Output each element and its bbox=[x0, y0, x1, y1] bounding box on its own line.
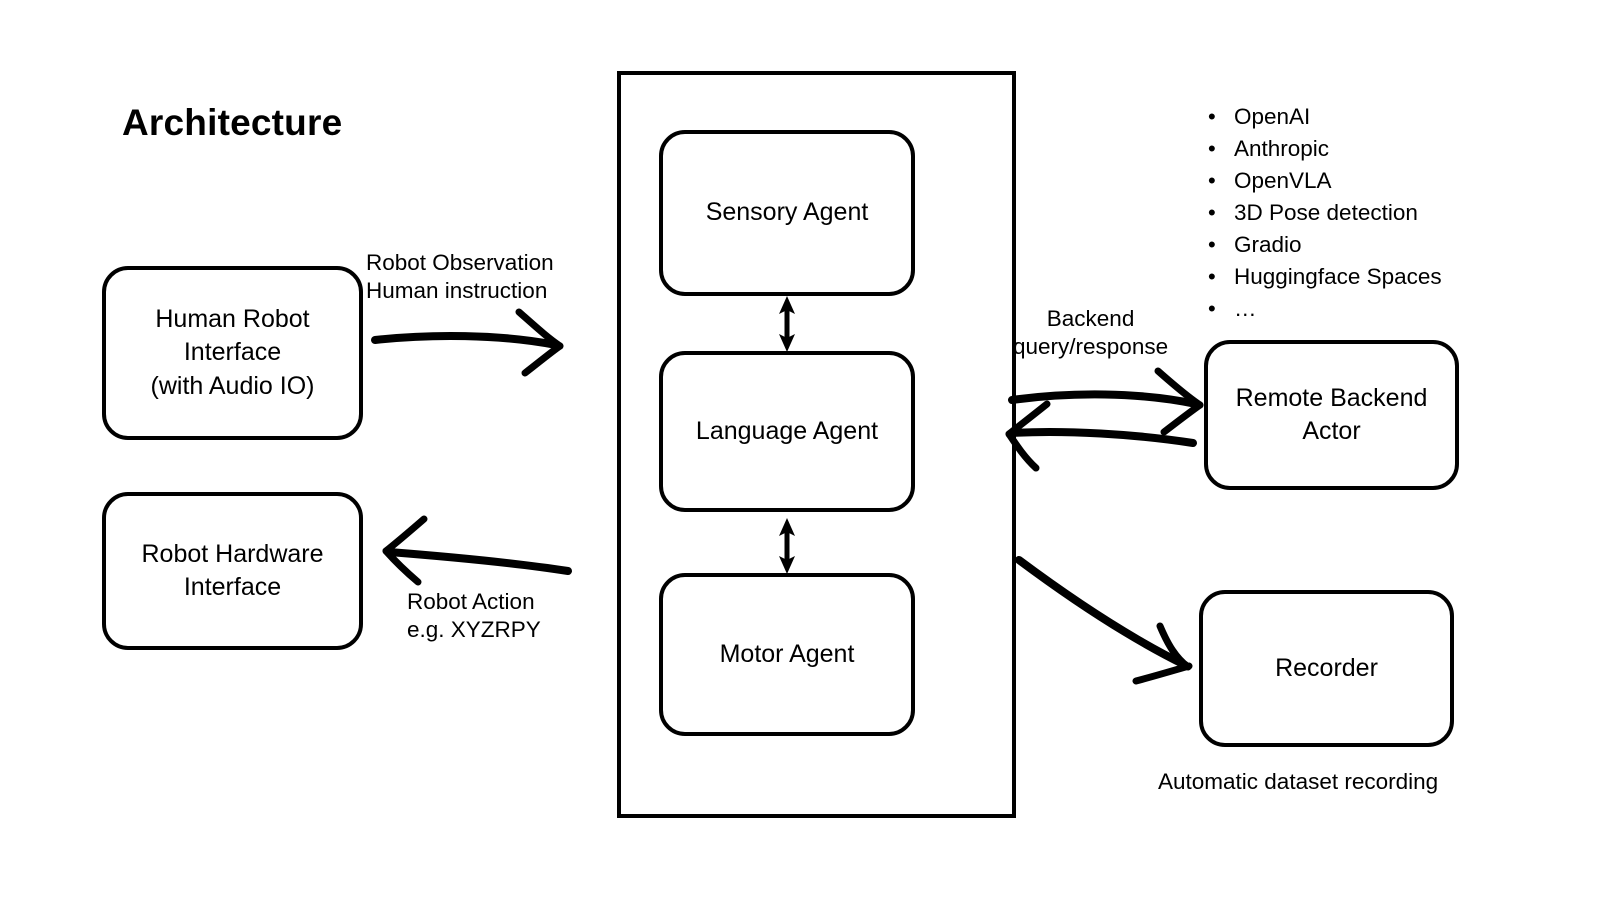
node-recorder[interactable]: Recorder bbox=[1199, 590, 1454, 747]
robot-action-line-1: Robot Action bbox=[407, 589, 535, 614]
arrow-action-to-hardware bbox=[382, 515, 572, 586]
remote-backend-line-1: Remote Backend bbox=[1235, 383, 1428, 412]
label-automatic-dataset-recording: Automatic dataset recording bbox=[1158, 769, 1439, 794]
list-item: • OpenVLA bbox=[1208, 165, 1442, 197]
node-robot-hardware-interface[interactable]: Robot Hardware Interface bbox=[102, 492, 363, 650]
node-label: Recorder bbox=[1275, 653, 1378, 682]
bullet-icon: • bbox=[1208, 232, 1216, 257]
node-label: Motor Agent bbox=[719, 639, 855, 668]
node-language-agent[interactable]: Language Agent bbox=[659, 351, 915, 512]
list-item: • 3D Pose detection bbox=[1208, 197, 1442, 229]
arrow-to-recorder bbox=[1015, 556, 1193, 685]
node-label: Remote Backend Actor bbox=[1236, 382, 1428, 449]
page-title: Architecture bbox=[122, 102, 343, 143]
rhi-line-1: Robot Hardware bbox=[141, 539, 324, 568]
node-remote-backend-actor[interactable]: Remote Backend Actor bbox=[1204, 340, 1459, 490]
rhi-line-2: Interface bbox=[183, 573, 282, 601]
list-item-label: 3D Pose detection bbox=[1234, 200, 1418, 225]
list-item-label: OpenVLA bbox=[1234, 168, 1332, 193]
bullet-icon: • bbox=[1208, 296, 1216, 321]
list-item-label: Huggingface Spaces bbox=[1234, 264, 1442, 289]
robot-action-line-2: e.g. XYZRPY bbox=[407, 617, 541, 643]
list-item: •… bbox=[1208, 293, 1442, 325]
list-item-label: … bbox=[1234, 296, 1257, 321]
node-label: Sensory Agent bbox=[705, 198, 869, 227]
node-label: Human Robot Interface (with Audio IO) bbox=[151, 303, 315, 403]
list-item-label: OpenAI bbox=[1234, 104, 1311, 129]
bullet-icon: • bbox=[1208, 136, 1216, 161]
robot-observation-line-2: Human instruction bbox=[366, 278, 548, 304]
list-item: • OpenAI bbox=[1208, 101, 1442, 133]
list-item: • Anthropic bbox=[1208, 133, 1442, 165]
bullet-icon: • bbox=[1208, 200, 1216, 225]
list-item: • Gradio bbox=[1208, 229, 1442, 261]
backend-query-line-2: query/response bbox=[1013, 334, 1169, 360]
list-item-label: Anthropic bbox=[1234, 136, 1330, 161]
label-backend-query: Backend query/response bbox=[1013, 305, 1168, 361]
robot-observation-line-1: Robot Observation bbox=[366, 250, 554, 275]
label-robot-observation: Robot Observation Human instruction bbox=[366, 249, 554, 305]
hri-line-1: Human Robot bbox=[155, 305, 310, 334]
bullet-icon: • bbox=[1208, 168, 1216, 193]
arrow-backend-query bbox=[1008, 367, 1204, 436]
bullet-icon: • bbox=[1208, 264, 1216, 289]
backend-options-list: • OpenAI • Anthropic • OpenVLA • 3D Pose det… bbox=[1200, 101, 1442, 325]
backend-query-line-1: Backend bbox=[1046, 306, 1135, 331]
hri-line-2: Interface bbox=[183, 338, 282, 367]
label-robot-action: Robot Action e.g. XYZRPY bbox=[407, 588, 541, 644]
remote-backend-line-2: Actor bbox=[1302, 417, 1361, 445]
list-item-label: Gradio bbox=[1234, 232, 1302, 257]
node-sensory-agent[interactable]: Sensory Agent bbox=[659, 130, 915, 296]
bullet-icon: • bbox=[1208, 104, 1216, 129]
hri-line-3: (with Audio IO) bbox=[150, 371, 315, 400]
node-motor-agent[interactable]: Motor Agent bbox=[659, 573, 915, 736]
node-label: Robot Hardware Interface bbox=[141, 538, 323, 605]
list-item: • Huggingface Spaces bbox=[1208, 261, 1442, 293]
architecture-diagram: Architecture Human Robot Interface (with… bbox=[0, 0, 1612, 907]
node-label: Language Agent bbox=[695, 416, 879, 445]
arrow-observation-to-agents bbox=[371, 308, 564, 377]
arrow-backend-response bbox=[1005, 400, 1197, 472]
node-human-robot-interface[interactable]: Human Robot Interface (with Audio IO) bbox=[102, 266, 363, 440]
